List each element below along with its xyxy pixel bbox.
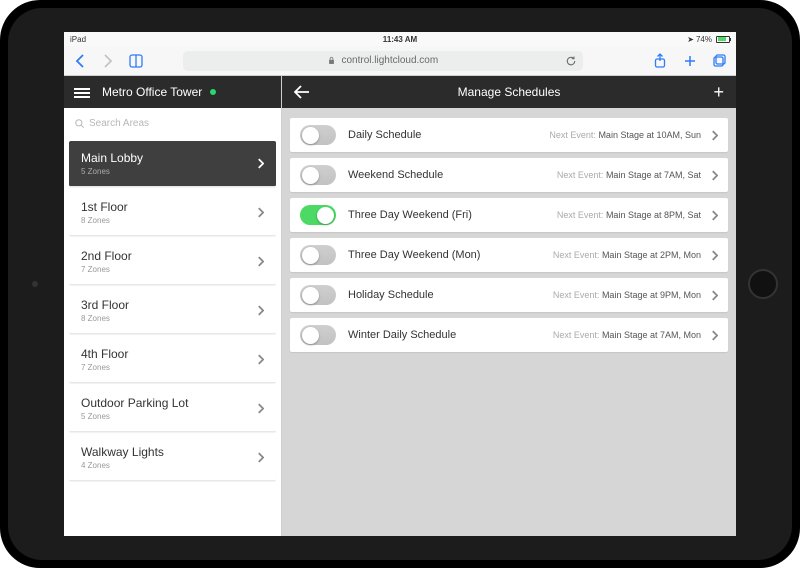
status-right-cluster: ➤ 74% <box>687 35 730 44</box>
back-button[interactable] <box>294 85 310 99</box>
new-tab-icon[interactable] <box>682 53 698 69</box>
status-online-icon <box>210 89 216 95</box>
next-event: Next Event: Main Stage at 9PM, Mon <box>553 290 701 300</box>
chevron-right-icon <box>711 290 718 301</box>
schedule-row[interactable]: Daily Schedule Next Event: Main Stage at … <box>290 118 728 152</box>
chevron-right-icon <box>711 210 718 221</box>
search-areas-input[interactable]: Search Areas <box>70 112 275 134</box>
area-name: 3rd Floor <box>81 298 129 312</box>
schedule-name: Holiday Schedule <box>348 289 493 301</box>
chevron-right-icon <box>257 452 264 463</box>
area-zone-count: 4 Zones <box>81 461 164 470</box>
next-event: Next Event: Main Stage at 10AM, Sun <box>549 130 701 140</box>
screen: iPad 11:43 AM ➤ 74% control.lightcloud.c <box>64 32 736 536</box>
search-icon <box>74 118 85 129</box>
schedule-name: Winter Daily Schedule <box>348 329 493 341</box>
chevron-right-icon <box>257 354 264 365</box>
sidebar-header: Metro Office Tower <box>64 76 281 108</box>
ios-status-bar: iPad 11:43 AM ➤ 74% <box>64 32 736 46</box>
schedule-toggle[interactable] <box>300 125 336 145</box>
area-list: Main Lobby 5 Zones 1st Floor 8 Zones 2nd Flo… <box>64 138 281 484</box>
location-icon: ➤ <box>687 35 694 44</box>
schedule-toggle[interactable] <box>300 165 336 185</box>
area-item[interactable]: 1st Floor 8 Zones <box>69 190 276 236</box>
schedule-row[interactable]: Weekend Schedule Next Event: Main Stage a… <box>290 158 728 192</box>
status-time: 11:43 AM <box>383 35 417 44</box>
chevron-right-icon <box>711 130 718 141</box>
battery-icon <box>716 36 730 43</box>
schedule-toggle[interactable] <box>300 245 336 265</box>
schedule-name: Daily Schedule <box>348 129 493 141</box>
add-schedule-button[interactable]: + <box>713 82 724 103</box>
ipad-device-frame: iPad 11:43 AM ➤ 74% control.lightcloud.c <box>0 0 800 568</box>
schedule-row[interactable]: Winter Daily Schedule Next Event: Main St… <box>290 318 728 352</box>
area-name: 4th Floor <box>81 347 128 361</box>
schedule-list: Daily Schedule Next Event: Main Stage at … <box>282 108 736 362</box>
chevron-right-icon <box>257 158 264 169</box>
status-device-label: iPad <box>70 35 86 44</box>
area-zone-count: 7 Zones <box>81 265 132 274</box>
schedule-toggle[interactable] <box>300 205 336 225</box>
area-item[interactable]: 2nd Floor 7 Zones <box>69 239 276 285</box>
area-name: 2nd Floor <box>81 249 132 263</box>
chevron-right-icon <box>257 207 264 218</box>
chevron-right-icon <box>257 305 264 316</box>
app-root: Metro Office Tower Search Areas Main Lob… <box>64 76 736 536</box>
main-header: Manage Schedules + <box>282 76 736 108</box>
next-event: Next Event: Main Stage at 7AM, Sat <box>557 170 701 180</box>
chevron-right-icon <box>711 170 718 181</box>
lock-icon <box>328 56 335 65</box>
chevron-right-icon <box>257 256 264 267</box>
menu-icon[interactable] <box>74 86 90 98</box>
schedule-row[interactable]: Three Day Weekend (Fri) Next Event: Main … <box>290 198 728 232</box>
schedule-row[interactable]: Three Day Weekend (Mon) Next Event: Main … <box>290 238 728 272</box>
area-zone-count: 7 Zones <box>81 363 128 372</box>
reload-icon[interactable] <box>565 55 577 67</box>
search-placeholder: Search Areas <box>89 118 149 129</box>
area-zone-count: 8 Zones <box>81 314 129 323</box>
camera <box>32 281 38 287</box>
area-name: 1st Floor <box>81 200 128 214</box>
next-event: Next Event: Main Stage at 2PM, Mon <box>553 250 701 260</box>
sidebar: Metro Office Tower Search Areas Main Lob… <box>64 76 282 536</box>
main-title: Manage Schedules <box>458 85 561 99</box>
area-name: Walkway Lights <box>81 445 164 459</box>
chevron-right-icon <box>711 330 718 341</box>
next-event: Next Event: Main Stage at 8PM, Sat <box>557 210 701 220</box>
browser-back-button[interactable] <box>72 53 88 69</box>
schedule-row[interactable]: Holiday Schedule Next Event: Main Stage a… <box>290 278 728 312</box>
area-zone-count: 8 Zones <box>81 216 128 225</box>
schedule-toggle[interactable] <box>300 285 336 305</box>
url-bar[interactable]: control.lightcloud.com <box>183 51 583 71</box>
status-battery-pct: 74% <box>696 35 712 44</box>
home-button[interactable] <box>748 269 778 299</box>
tabs-icon[interactable] <box>712 53 728 69</box>
area-item[interactable]: Walkway Lights 4 Zones <box>69 435 276 481</box>
schedule-name: Three Day Weekend (Fri) <box>348 209 493 221</box>
area-item[interactable]: Outdoor Parking Lot 5 Zones <box>69 386 276 432</box>
chevron-right-icon <box>257 403 264 414</box>
area-zone-count: 5 Zones <box>81 412 188 421</box>
schedule-name: Three Day Weekend (Mon) <box>348 249 493 261</box>
chevron-right-icon <box>711 250 718 261</box>
browser-forward-button[interactable] <box>100 53 116 69</box>
area-item[interactable]: 3rd Floor 8 Zones <box>69 288 276 334</box>
project-title: Metro Office Tower <box>102 85 202 99</box>
schedule-name: Weekend Schedule <box>348 169 493 181</box>
browser-toolbar: control.lightcloud.com <box>64 46 736 76</box>
area-zone-count: 5 Zones <box>81 167 143 176</box>
ipad-bezel: iPad 11:43 AM ➤ 74% control.lightcloud.c <box>8 8 792 560</box>
url-text: control.lightcloud.com <box>341 55 438 66</box>
main-panel: Manage Schedules + Daily Schedule Next Ev… <box>282 76 736 536</box>
area-item[interactable]: Main Lobby 5 Zones <box>69 141 276 187</box>
area-item[interactable]: 4th Floor 7 Zones <box>69 337 276 383</box>
bookmarks-icon[interactable] <box>128 53 144 69</box>
next-event: Next Event: Main Stage at 7AM, Mon <box>553 330 701 340</box>
area-name: Outdoor Parking Lot <box>81 396 188 410</box>
share-icon[interactable] <box>652 53 668 69</box>
area-name: Main Lobby <box>81 151 143 165</box>
schedule-toggle[interactable] <box>300 325 336 345</box>
